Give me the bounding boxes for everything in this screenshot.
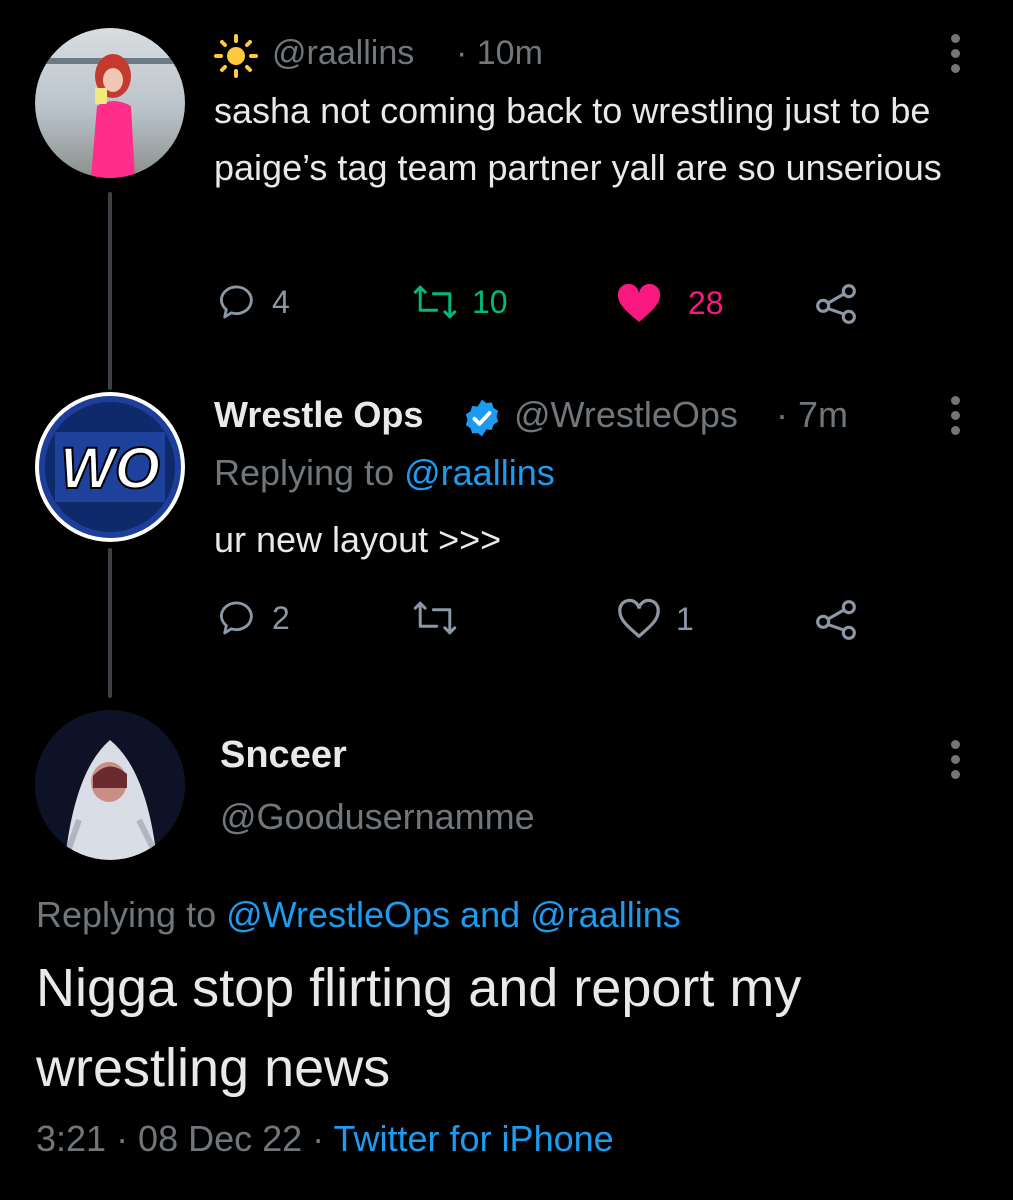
avatar-photo	[35, 710, 185, 860]
like-button[interactable]: 1	[616, 598, 694, 640]
replying-handles[interactable]: @WrestleOps and @raallins	[226, 894, 681, 935]
reply-button[interactable]: 4	[218, 282, 290, 322]
tweet-handle[interactable]: @raallins	[272, 34, 414, 73]
heart-icon	[618, 598, 660, 639]
tweet-text: sasha not coming back to wrestling just …	[214, 90, 942, 188]
replying-handle[interactable]: @raallins	[404, 452, 555, 493]
more-icon[interactable]	[950, 396, 960, 435]
share-button[interactable]	[814, 282, 858, 326]
more-icon[interactable]	[950, 740, 960, 779]
like-button[interactable]: 28	[616, 282, 724, 324]
share-button[interactable]	[814, 598, 858, 642]
tweet-handle[interactable]: @Goodusernamme	[220, 796, 535, 838]
tweet-time[interactable]: · 10m	[456, 34, 543, 73]
tweet-text: Nigga stop flirting and report my wrestl…	[36, 958, 802, 1098]
retweet-button[interactable]: 10	[412, 282, 508, 322]
replying-prefix: Replying to	[214, 452, 395, 493]
like-count: 1	[676, 600, 694, 637]
tweet-handle[interactable]: @WrestleOps	[514, 394, 738, 436]
tweet-timestamp: 3:21 · 08 Dec 22 ·	[36, 1118, 325, 1159]
display-name[interactable]: Wrestle Ops	[214, 394, 423, 436]
reply-count: 2	[272, 599, 290, 636]
reply-icon	[219, 285, 253, 319]
wo-logo: WO	[39, 396, 181, 538]
retweet-icon	[413, 285, 457, 319]
heart-icon	[617, 283, 661, 323]
avatar-photo	[35, 54, 185, 178]
replying-prefix: Replying to	[36, 894, 217, 935]
reply-count: 4	[272, 283, 290, 320]
avatar[interactable]	[35, 28, 185, 178]
tweet-source[interactable]: Twitter for iPhone	[334, 1118, 614, 1159]
share-icon	[816, 284, 856, 324]
more-icon[interactable]	[950, 34, 960, 73]
retweet-button[interactable]	[412, 598, 458, 638]
tweet-meta: 3:21 · 08 Dec 22 · Twitter for iPhone	[36, 1118, 614, 1160]
wo-logo-text: WO	[60, 436, 160, 501]
reply-button[interactable]: 2	[218, 598, 290, 638]
retweet-icon	[413, 601, 457, 635]
replying-to: Replying to @raallins	[214, 452, 555, 494]
replying-to: Replying to @WrestleOps and @raallins	[36, 894, 681, 936]
tweet-text: ur new layout >>>	[214, 519, 502, 560]
retweet-count: 10	[472, 283, 508, 320]
avatar[interactable]	[35, 710, 185, 860]
thread-line-1	[108, 192, 112, 390]
thread-line-2	[108, 548, 112, 698]
like-count: 28	[688, 284, 724, 321]
sun-icon	[214, 34, 258, 83]
verified-icon	[462, 398, 502, 443]
avatar[interactable]: WO	[35, 392, 185, 542]
share-icon	[816, 600, 856, 640]
tweet-time[interactable]: · 7m	[776, 394, 848, 436]
display-name[interactable]: Snceer	[220, 734, 347, 777]
reply-icon	[219, 601, 253, 635]
